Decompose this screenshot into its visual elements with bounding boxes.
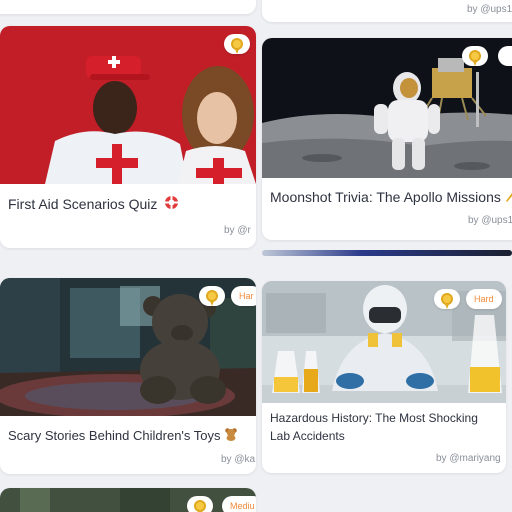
quiz-grid: by @ups1 First Aid Scenarios Quiz by @r … bbox=[0, 0, 512, 512]
author-byline[interactable]: by @r bbox=[224, 225, 251, 236]
medal-icon bbox=[194, 500, 206, 512]
author-byline[interactable]: by @ups1 bbox=[467, 4, 512, 15]
rating-badge bbox=[434, 289, 460, 309]
quiz-card-moonshot[interactable]: Moonshot Trivia: The Apollo Missions by … bbox=[262, 38, 512, 240]
quiz-card-top-left[interactable] bbox=[0, 0, 256, 14]
quiz-title[interactable]: Scary Stories Behind Children's Toys bbox=[8, 426, 238, 446]
quiz-thumbnail bbox=[0, 488, 256, 512]
medal-icon bbox=[231, 38, 243, 54]
quiz-thumbnail bbox=[0, 26, 256, 184]
author-byline[interactable]: by @ups1 bbox=[468, 215, 512, 226]
teddy-bear-icon bbox=[224, 427, 238, 446]
quiz-card-scary-stories[interactable]: Har Scary Stories Behind Children's Toys… bbox=[0, 278, 256, 474]
quiz-card-first-aid[interactable]: First Aid Scenarios Quiz by @r bbox=[0, 26, 256, 248]
difficulty-badge: Har bbox=[231, 286, 256, 306]
rating-badge bbox=[224, 34, 250, 54]
rating-badge bbox=[199, 286, 225, 306]
quiz-title[interactable]: First Aid Scenarios Quiz bbox=[8, 195, 179, 215]
quiz-title[interactable]: Hazardous History: The Most Shocking Lab… bbox=[270, 409, 496, 445]
quiz-card-top-right[interactable]: by @ups1 bbox=[262, 0, 512, 22]
rating-badge bbox=[187, 496, 213, 512]
lifebuoy-icon bbox=[164, 195, 179, 215]
card-image-edge bbox=[262, 250, 512, 256]
medal-icon bbox=[206, 290, 218, 306]
difficulty-badge: Hard bbox=[466, 289, 502, 309]
difficulty-badge: Mediu bbox=[222, 496, 256, 512]
medal-icon bbox=[469, 50, 481, 66]
author-byline[interactable]: by @mariyang bbox=[436, 453, 501, 464]
medal-icon bbox=[441, 293, 453, 309]
quiz-card-hazardous-history[interactable]: Hard Hazardous History: The Most Shockin… bbox=[262, 281, 506, 473]
author-byline[interactable]: by @ka bbox=[221, 454, 255, 465]
quiz-card-bottom-left[interactable]: Mediu bbox=[0, 488, 256, 512]
rating-badge bbox=[462, 46, 488, 66]
difficulty-badge bbox=[498, 46, 512, 66]
quiz-title[interactable]: Moonshot Trivia: The Apollo Missions bbox=[270, 188, 512, 208]
rocket-icon bbox=[504, 189, 512, 208]
